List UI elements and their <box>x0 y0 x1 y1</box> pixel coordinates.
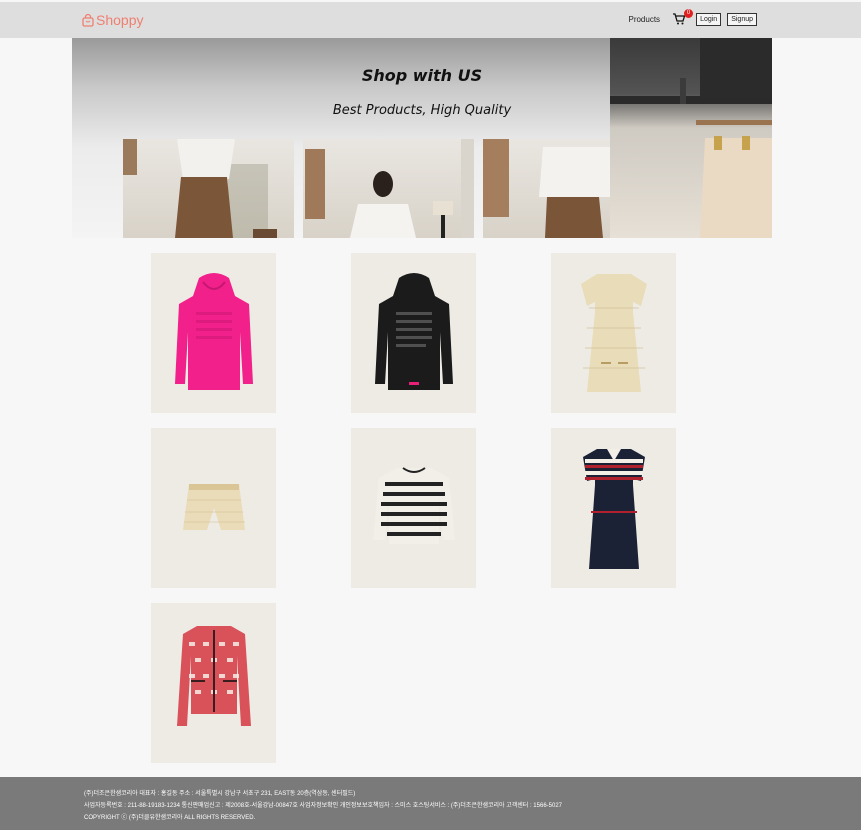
footer-copyright: COPYRIGHT ⓒ (주)더클유한샘코리아 ALL RIGHTS RESER… <box>84 815 256 821</box>
dress-icon <box>582 449 645 569</box>
nav-products-link[interactable]: Products <box>628 15 660 24</box>
dress-icon <box>580 274 647 392</box>
cart-count-badge: 0 <box>684 9 694 18</box>
footer-company-info: (주)더조은한샘코리아 대표자 : 홍길동 주소 : 서울특별시 강남구 서초구… <box>84 791 356 797</box>
brand-name: Shoppy <box>96 12 144 28</box>
hoodie-icon <box>374 273 453 390</box>
hero-rack-photo <box>610 38 772 238</box>
brand-logo[interactable]: Shoppy <box>82 12 143 28</box>
hero-photo-1 <box>123 139 294 238</box>
nav-actions: Products 0 Login Signup <box>628 9 757 26</box>
hero-banner: Shop with US Best Products, High Quality <box>72 38 772 238</box>
shorts-icon <box>182 484 245 530</box>
product-card[interactable] <box>551 428 676 588</box>
site-footer: (주)더조은한샘코리아 대표자 : 홍길동 주소 : 서울특별시 강남구 서초구… <box>0 777 861 830</box>
shopping-bag-icon <box>82 13 94 27</box>
login-button[interactable]: Login <box>696 12 722 26</box>
product-card[interactable] <box>351 428 476 588</box>
product-card[interactable] <box>551 253 676 413</box>
product-card[interactable] <box>151 253 276 413</box>
cart-button[interactable]: 0 <box>672 9 694 26</box>
product-card[interactable] <box>351 253 476 413</box>
product-card[interactable] <box>151 603 276 763</box>
footer-business-info: 사업자등록번호 : 211-88-19183-1234 통신판매업신고 : 제2… <box>84 803 563 809</box>
hoodie-icon <box>174 273 253 390</box>
sweater-icon <box>372 467 455 544</box>
top-navbar: Shoppy Products 0 Login Signup <box>0 2 861 38</box>
hero-photo-2 <box>303 139 474 238</box>
jacket-icon <box>176 626 251 726</box>
signup-button[interactable]: Signup <box>727 12 757 26</box>
product-card[interactable] <box>151 428 276 588</box>
